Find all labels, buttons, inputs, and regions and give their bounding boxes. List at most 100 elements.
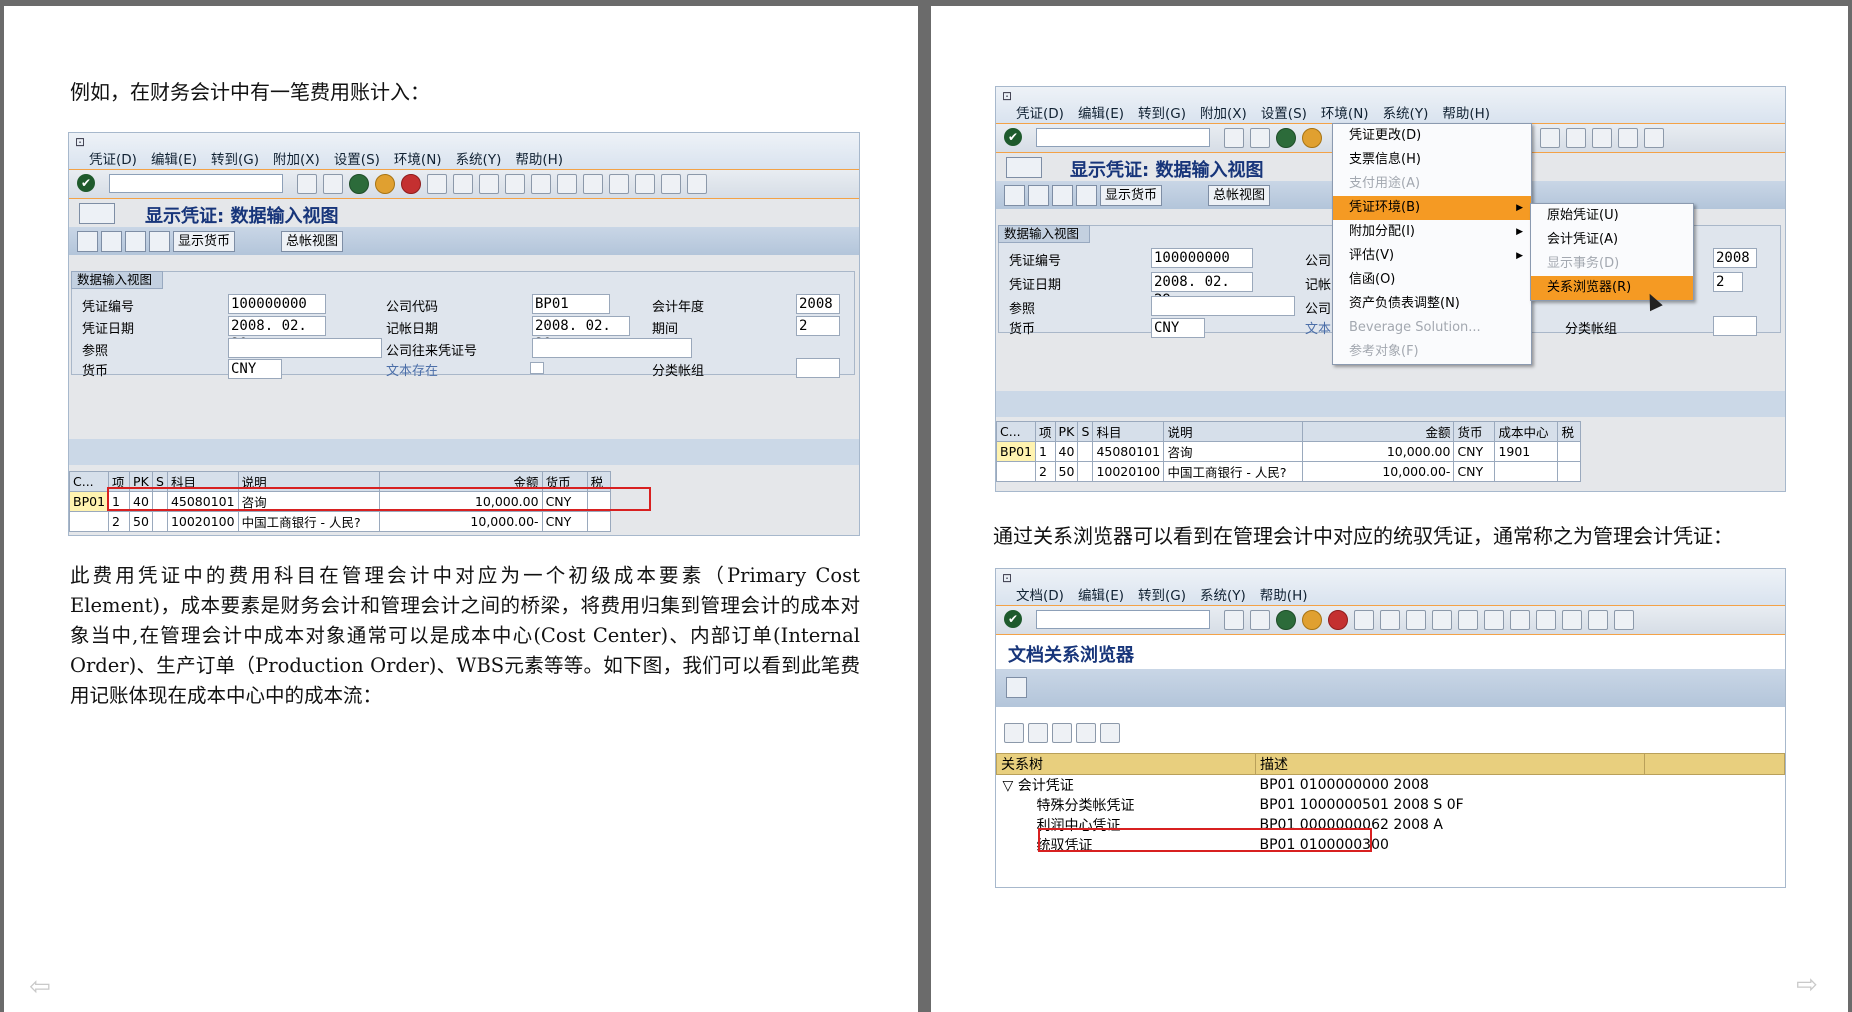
- tree-row[interactable]: ▽ 会计凭证 BP01 0100000000 2008: [997, 775, 1785, 796]
- exit-icon[interactable]: [1302, 128, 1322, 148]
- menu-option[interactable]: 凭证更改(D): [1333, 124, 1531, 148]
- edit-icon[interactable]: [1004, 185, 1025, 206]
- menu-item[interactable]: 凭证(D): [1016, 102, 1064, 122]
- menu-item[interactable]: 附加(X): [1200, 102, 1247, 122]
- help-icon[interactable]: [661, 174, 681, 194]
- menu-option[interactable]: 凭证环境(B) ▶: [1333, 196, 1531, 220]
- print-icon[interactable]: [1354, 610, 1374, 630]
- menu-item[interactable]: 转到(G): [1138, 584, 1186, 604]
- intercompany-field[interactable]: [532, 338, 692, 358]
- menu-item[interactable]: 编辑(E): [151, 148, 197, 168]
- menu-option[interactable]: 关系浏览器(R): [1531, 276, 1693, 300]
- new-session-icon[interactable]: [609, 174, 629, 194]
- table-row[interactable]: 2 50 10020100 中国工商银行 - 人民? 10,000.00- CNY: [996, 461, 1582, 482]
- menu-item[interactable]: 编辑(E): [1078, 102, 1124, 122]
- menu-item[interactable]: 系统(Y): [1200, 584, 1246, 604]
- tax-icon[interactable]: [1076, 185, 1097, 206]
- menu-item[interactable]: 系统(Y): [456, 148, 502, 168]
- menu-option[interactable]: 评估(V) ▶: [1333, 244, 1531, 268]
- table-row[interactable]: 2 50 10020100 中国工商银行 - 人民? 10,000.00- CNY: [69, 511, 611, 532]
- text-exists-checkbox[interactable]: [530, 362, 544, 374]
- doc-no-field[interactable]: 100000000: [1151, 248, 1253, 268]
- period-field[interactable]: 2: [1713, 272, 1743, 292]
- print-icon[interactable]: [427, 174, 447, 194]
- dropdown-icon[interactable]: [1052, 723, 1072, 743]
- command-field[interactable]: [1036, 610, 1210, 629]
- menu-item[interactable]: 设置(S): [334, 148, 380, 168]
- refresh-icon[interactable]: [1004, 723, 1024, 743]
- post-date-field[interactable]: 2008. 02. 29: [532, 316, 630, 352]
- display-change-icon[interactable]: [79, 203, 115, 224]
- last-page-icon[interactable]: [1540, 128, 1560, 148]
- menu-item[interactable]: 环境(N): [1321, 102, 1369, 122]
- currency-field[interactable]: CNY: [1151, 318, 1205, 338]
- exit-icon[interactable]: [1302, 610, 1322, 630]
- menu-option[interactable]: 支票信息(H): [1333, 148, 1531, 172]
- command-field[interactable]: [1036, 128, 1210, 147]
- menu-item[interactable]: 附加(X): [273, 148, 320, 168]
- enter-icon[interactable]: ✔: [1004, 610, 1022, 628]
- layout-icon[interactable]: [1644, 128, 1664, 148]
- next-page-icon[interactable]: [557, 174, 577, 194]
- find-next-icon[interactable]: [479, 174, 499, 194]
- find-icon[interactable]: [1380, 610, 1400, 630]
- back-icon[interactable]: [1224, 128, 1244, 148]
- layout-icon[interactable]: [1076, 723, 1096, 743]
- back-icon[interactable]: [1224, 610, 1244, 630]
- shortcut-icon[interactable]: [635, 174, 655, 194]
- reference-field[interactable]: [228, 338, 382, 358]
- prev-page-icon[interactable]: [1458, 610, 1478, 630]
- menu-item[interactable]: 编辑(E): [1078, 584, 1124, 604]
- next-page-icon[interactable]: [1484, 610, 1504, 630]
- menu-option[interactable]: 信函(O): [1333, 268, 1531, 292]
- expand-icon[interactable]: ▽: [1003, 778, 1018, 794]
- print-icon[interactable]: [1028, 723, 1048, 743]
- prev-page-icon[interactable]: [531, 174, 551, 194]
- doc-date-field[interactable]: 2008. 02. 29: [1151, 272, 1253, 308]
- dropdown-icon[interactable]: [1100, 723, 1120, 743]
- last-page-icon[interactable]: [583, 174, 603, 194]
- shortcut-icon[interactable]: [1592, 128, 1612, 148]
- next-page-icon[interactable]: ⇨: [1793, 972, 1821, 998]
- display-icon[interactable]: [1052, 185, 1073, 206]
- menu-item[interactable]: 帮助(H): [515, 148, 563, 168]
- back-icon[interactable]: [297, 174, 317, 194]
- doc-no-field[interactable]: 100000000: [228, 294, 326, 314]
- new-session-icon[interactable]: [1566, 128, 1586, 148]
- ledger-group-field[interactable]: [1713, 316, 1757, 336]
- enter-icon[interactable]: ✔: [77, 174, 95, 192]
- menu-item[interactable]: 转到(G): [211, 148, 259, 168]
- table-row[interactable]: BP01 1 40 45080101 咨询 10,000.00 CNY 1901: [996, 441, 1582, 462]
- menu-item[interactable]: 环境(N): [394, 148, 442, 168]
- save-icon[interactable]: [1250, 128, 1270, 148]
- first-page-icon[interactable]: [505, 174, 525, 194]
- display-change-icon[interactable]: [1006, 157, 1042, 178]
- menu-item[interactable]: 凭证(D): [89, 148, 137, 168]
- menu-item[interactable]: 设置(S): [1261, 102, 1307, 122]
- menu-option[interactable]: 会计凭证(A): [1531, 228, 1693, 252]
- ledger-group-field[interactable]: [796, 358, 840, 378]
- ledger-view-button[interactable]: 总帐视图: [1208, 185, 1271, 206]
- menu-item[interactable]: 转到(G): [1138, 102, 1186, 122]
- layout-icon[interactable]: [1614, 610, 1634, 630]
- doc-date-field[interactable]: 2008. 02. 29: [228, 316, 326, 352]
- display-currency-button[interactable]: 显示货币: [1100, 185, 1163, 206]
- menu-option[interactable]: 附加分配(I) ▶: [1333, 220, 1531, 244]
- help-icon[interactable]: [1588, 610, 1608, 630]
- exit-icon[interactable]: [375, 174, 395, 194]
- tax-icon[interactable]: [149, 231, 170, 252]
- green-back-icon[interactable]: [1276, 128, 1296, 148]
- display-currency-button[interactable]: 显示货币: [173, 231, 236, 252]
- menu-item[interactable]: 文档(D): [1016, 584, 1064, 604]
- reference-field[interactable]: [1151, 296, 1295, 316]
- save-icon[interactable]: [323, 174, 343, 194]
- ledger-view-button[interactable]: 总帐视图: [281, 231, 344, 252]
- company-field[interactable]: BP01: [532, 294, 610, 314]
- prev-page-icon[interactable]: ⇦: [26, 974, 54, 1000]
- find-icon[interactable]: [453, 174, 473, 194]
- other-doc-icon[interactable]: [1028, 185, 1049, 206]
- tree-row[interactable]: 特殊分类帐凭证 BP01 1000000501 2008 S 0F: [997, 795, 1785, 815]
- search-icon[interactable]: [1006, 677, 1027, 698]
- first-page-icon[interactable]: [1432, 610, 1452, 630]
- green-back-icon[interactable]: [349, 174, 369, 194]
